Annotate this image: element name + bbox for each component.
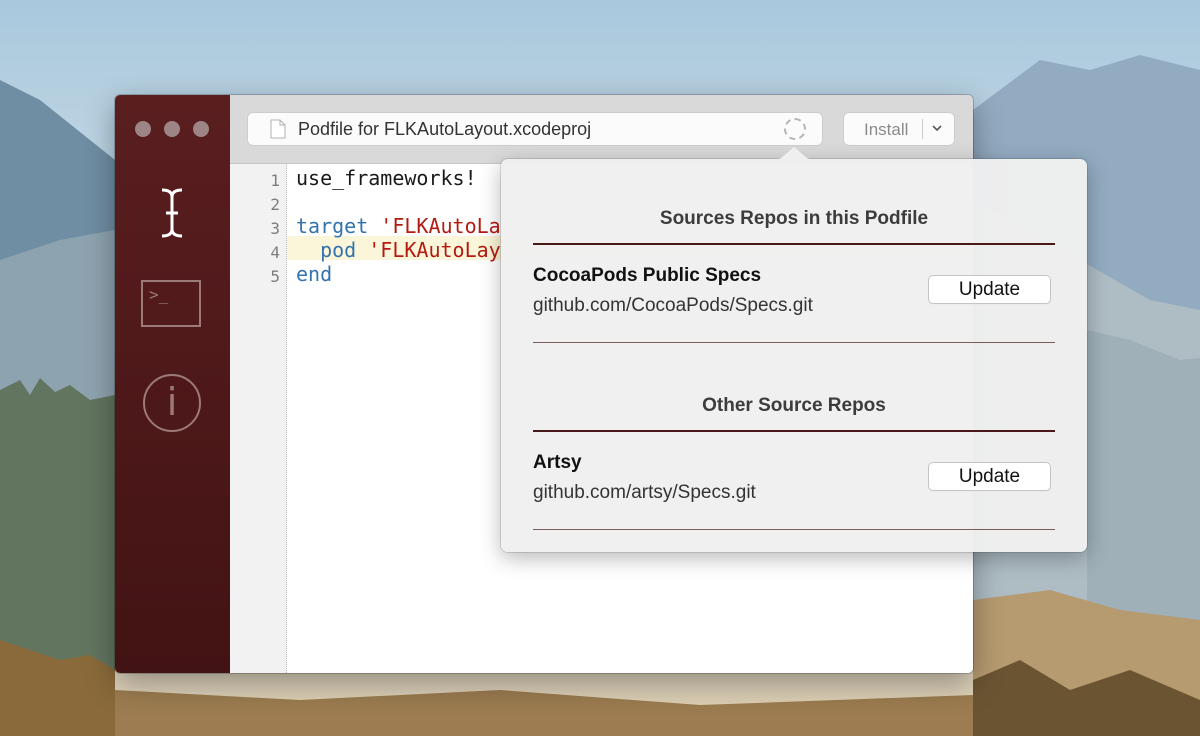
close-window-button[interactable] [135,121,151,137]
loading-spinner-icon [784,118,806,140]
repo-url: github.com/artsy/Specs.git [533,482,756,503]
sources-section-title: Sources Repos in this Podfile [659,208,929,229]
line-number: 4 [270,243,280,262]
info-glyph: i [166,380,178,424]
update-button[interactable]: Update [929,276,1050,303]
terminal-prompt-glyph: >_ [149,285,169,304]
line-number: 2 [270,195,280,214]
toolbar: Podfile for FLKAutoLayout.xcodeproj Inst… [230,95,973,164]
code-keyword: target [296,214,369,238]
row-divider [533,342,1055,343]
line-number: 1 [270,171,280,190]
install-label: Install [864,120,909,139]
popover-arrow [777,145,811,161]
other-section-title: Other Source Repos [702,395,886,416]
code-keyword: pod [296,238,357,262]
source-repos-popover: Sources Repos in this Podfile CocoaPods … [501,145,1087,552]
document-icon [270,119,286,139]
zoom-window-button[interactable] [193,121,209,137]
repo-url: github.com/CocoaPods/Specs.git [533,295,813,316]
section-divider [533,430,1055,432]
info-icon[interactable]: i [143,374,201,432]
line-number: 3 [270,219,280,238]
line-number: 5 [270,267,280,286]
repo-name: Artsy [533,452,582,473]
repo-name: CocoaPods Public Specs [533,265,762,286]
code-text: use_frameworks! [296,166,477,190]
code-string: 'FLKAutoLay [368,238,501,262]
terminal-icon[interactable]: >_ [141,280,201,327]
install-button[interactable]: Install [844,113,954,145]
chevron-down-icon[interactable] [930,121,944,135]
section-divider [533,243,1055,245]
code-keyword: end [296,262,333,286]
minimize-window-button[interactable] [164,121,180,137]
install-divider [922,119,923,139]
path-title: Podfile for FLKAutoLayout.xcodeproj [298,119,592,139]
sidebar: >_ i [115,95,230,673]
text-cursor-icon[interactable] [157,187,187,239]
code-line-4: pod 'FLKAutoLay [296,238,501,262]
code-string: 'FLKAutoLa [380,214,501,238]
path-bar[interactable]: Podfile for FLKAutoLayout.xcodeproj [248,113,822,145]
code-line-1: use_frameworks! [296,166,477,190]
update-button[interactable]: Update [929,463,1050,490]
code-line-3: target 'FLKAutoLa [296,214,501,238]
code-line-5: end [296,262,332,286]
line-number-gutter: 1 2 3 4 5 [230,164,287,673]
row-divider [533,529,1055,530]
